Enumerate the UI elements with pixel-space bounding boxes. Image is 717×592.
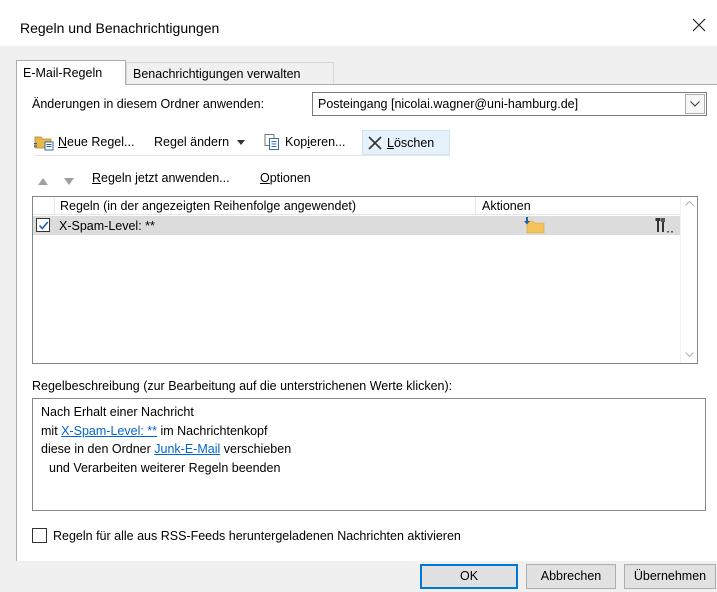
folder-dropdown-button[interactable]	[685, 94, 705, 114]
copy-rule-button[interactable]: Kopieren...	[263, 130, 358, 155]
toolbar-divider	[34, 155, 450, 156]
rule-name: X-Spam-Level: **	[59, 219, 155, 233]
desc-line-2: mit X-Spam-Level: ** im Nachrichtenkopf	[41, 422, 705, 441]
rss-rules-checkbox[interactable]	[32, 528, 47, 543]
change-rule-button[interactable]: Regel ändern	[154, 130, 258, 155]
arrow-down-icon	[64, 178, 74, 185]
column-header-rules[interactable]: Regeln (in der angezeigten Reihenfolge a…	[33, 197, 476, 215]
rules-list[interactable]: Regeln (in der angezeigten Reihenfolge a…	[32, 196, 698, 364]
delete-mnemonic: L	[387, 136, 394, 150]
column-header-actions[interactable]: Aktionen	[476, 197, 681, 215]
delete-label: öschen	[393, 136, 435, 150]
chevron-down-icon	[690, 101, 700, 107]
rules-list-scrollbar[interactable]	[680, 197, 697, 363]
scroll-up-icon[interactable]	[685, 201, 694, 206]
delete-x-icon	[368, 136, 382, 150]
new-rule-icon	[34, 136, 54, 151]
change-rule-label-pre: Re	[154, 135, 170, 149]
ok-button[interactable]: OK	[420, 564, 518, 589]
apply-rules-now-button[interactable]: Regeln jetzt anwenden...	[92, 171, 230, 185]
cancel-button[interactable]: Abbrechen	[526, 564, 616, 589]
folder-move-icon	[524, 217, 545, 234]
folder-select[interactable]: Posteingang [nicolai.wagner@uni-hamburg.…	[312, 92, 707, 116]
new-rule-button[interactable]: Neue Regel...	[34, 130, 149, 155]
rss-rules-label[interactable]: Regeln für alle aus RSS-Feeds herunterge…	[53, 529, 461, 543]
apply-button[interactable]: Übernehmen	[624, 564, 716, 589]
rule-description-label: Regelbeschreibung (zur Bearbeitung auf d…	[32, 379, 453, 393]
options-mnemonic: O	[260, 171, 270, 185]
delete-rule-button[interactable]: Löschen	[362, 130, 450, 155]
new-rule-label: eue Regel...	[67, 135, 135, 149]
folder-select-value: Posteingang [nicolai.wagner@uni-hamburg.…	[318, 97, 579, 111]
desc-line-1: Nach Erhalt einer Nachricht	[41, 405, 194, 419]
change-rule-mnemonic: g	[169, 135, 177, 149]
desc-line-2-post: im Nachrichtenkopf	[157, 423, 268, 438]
desc-line-3-pre: diese in den Ordner	[41, 442, 155, 456]
window-title: Regeln und Benachrichtigungen	[20, 20, 220, 36]
desc-line-3: diese in den Ordner Junk-E-Mail verschie…	[41, 440, 705, 459]
header-value-link[interactable]: X-Spam-Level: **	[61, 424, 157, 438]
rule-enabled-checkbox[interactable]	[36, 218, 50, 232]
move-up-button[interactable]	[38, 174, 48, 188]
tab-notifications[interactable]: Benachrichtigungen verwalten	[126, 62, 334, 85]
rules-list-header: Regeln (in der angezeigten Reihenfolge a…	[33, 197, 681, 215]
desc-line-3-post: verschieben	[220, 442, 292, 456]
desc-line-2-pre: mit	[41, 423, 62, 438]
folder-link[interactable]: Junk-E-Mail	[154, 442, 220, 456]
new-rule-mnemonic: N	[58, 135, 68, 149]
close-icon	[692, 18, 706, 32]
options-button[interactable]: Optionen	[260, 171, 311, 185]
apply-now-label: egeln jetzt anwenden...	[101, 171, 230, 185]
scroll-down-icon[interactable]	[685, 352, 694, 357]
apply-folder-label: Änderungen in diesem Ordner anwenden:	[32, 97, 265, 111]
copy-label: eren...	[310, 135, 346, 149]
dropdown-arrow-icon	[236, 140, 245, 146]
tools-icon	[655, 218, 673, 233]
copy-label-pre: Kop	[285, 135, 308, 149]
move-down-button[interactable]	[64, 174, 74, 188]
tab-email-rules[interactable]: E-Mail-Regeln	[16, 60, 126, 85]
copy-icon	[264, 134, 279, 150]
table-row[interactable]: X-Spam-Level: **	[33, 216, 681, 235]
options-label: ptionen	[269, 171, 311, 185]
apply-now-mnemonic: R	[92, 171, 102, 185]
close-button[interactable]	[690, 16, 708, 34]
checkmark-icon	[38, 221, 49, 230]
rule-description-box: Nach Erhalt einer Nachricht mit X-Spam-L…	[32, 398, 706, 511]
change-rule-label: el ändern	[176, 135, 230, 149]
arrow-up-icon	[38, 178, 48, 185]
desc-line-4: und Verarbeiten weiterer Regeln beenden	[49, 460, 281, 475]
